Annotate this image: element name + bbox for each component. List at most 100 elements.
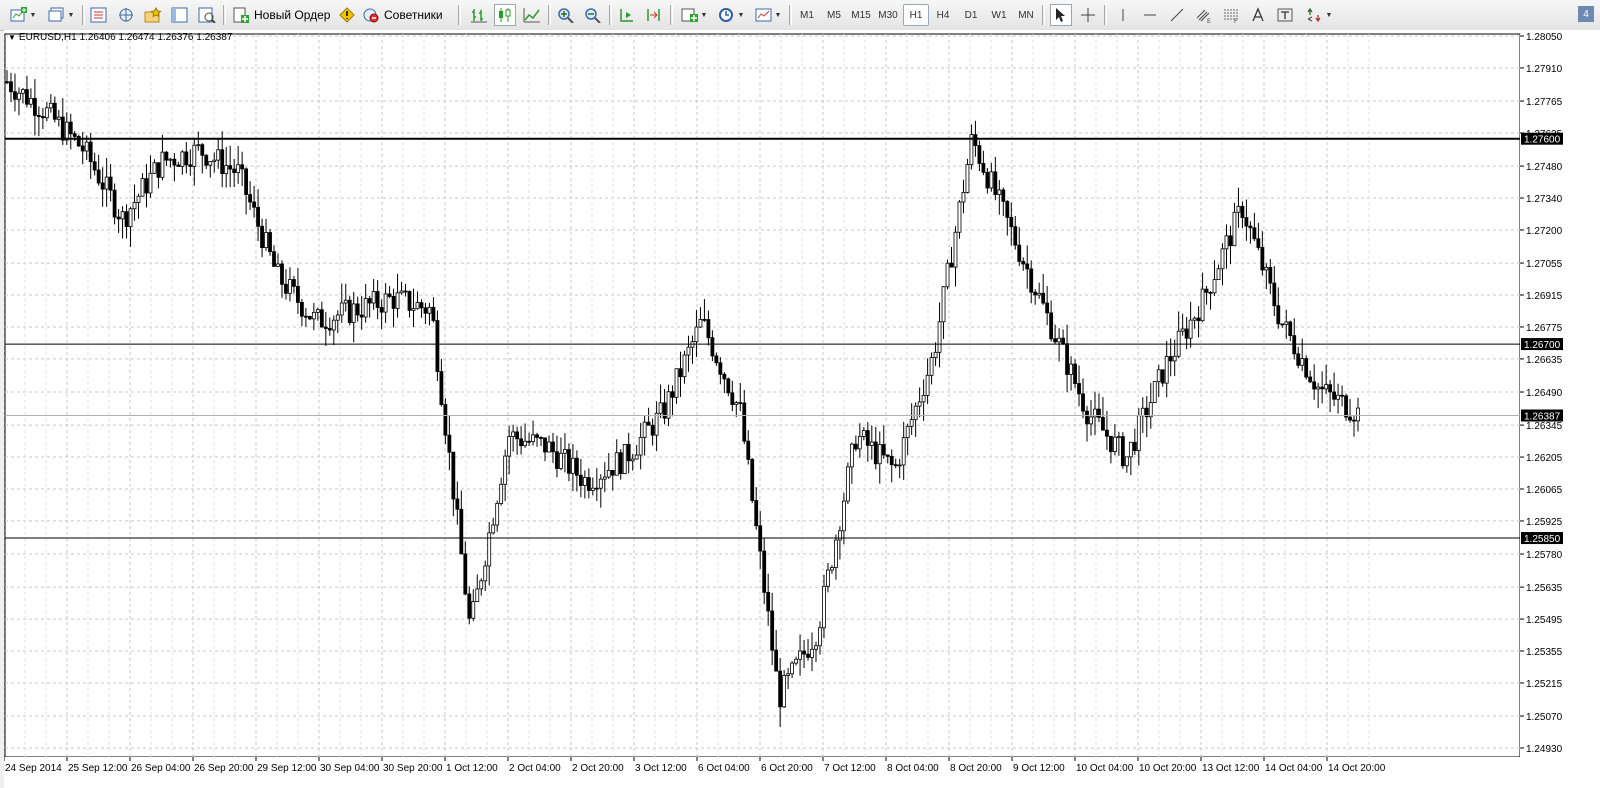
candle-body bbox=[1228, 235, 1233, 247]
candle-body bbox=[371, 291, 376, 304]
candle-body bbox=[634, 454, 639, 460]
candle-body bbox=[594, 487, 599, 490]
y-tick-label: 1.27910 bbox=[1526, 64, 1563, 75]
arrows-button[interactable]: ▼ bbox=[1302, 4, 1336, 26]
tf-m30[interactable]: M30 bbox=[875, 4, 901, 26]
tf-mn[interactable]: MN bbox=[1013, 4, 1039, 26]
candle-body bbox=[1316, 386, 1321, 390]
tester-button[interactable] bbox=[196, 4, 218, 26]
candle-body bbox=[1300, 358, 1305, 366]
y-tick-label: 1.27200 bbox=[1526, 226, 1563, 237]
plot-area[interactable] bbox=[4, 33, 1521, 758]
vertical-line-button[interactable] bbox=[1112, 4, 1134, 26]
new-chart-button[interactable]: ▼ bbox=[6, 4, 40, 26]
candle-body bbox=[196, 144, 201, 147]
profiles-button[interactable]: ▼ bbox=[44, 4, 78, 26]
candle-body bbox=[152, 162, 157, 174]
x-tick-label: 14 Oct 20:00 bbox=[1328, 763, 1386, 774]
terminal-button[interactable] bbox=[169, 4, 191, 26]
candle-body bbox=[845, 466, 850, 502]
candle-body bbox=[997, 189, 1002, 195]
candle-body bbox=[236, 164, 241, 174]
tf-h4[interactable]: H4 bbox=[930, 4, 956, 26]
alert-button[interactable] bbox=[337, 4, 357, 26]
candle-body bbox=[1148, 402, 1153, 418]
periods-button[interactable]: ▼ bbox=[714, 4, 748, 26]
zoom-in-button[interactable] bbox=[555, 4, 577, 26]
candle-body bbox=[200, 144, 205, 156]
candle-body bbox=[36, 115, 41, 117]
price-chart[interactable]: 1.280501.279101.277651.276251.274801.273… bbox=[4, 30, 1600, 788]
candle-body bbox=[9, 81, 13, 93]
candle-body bbox=[1240, 205, 1245, 218]
candle-body bbox=[1312, 381, 1317, 390]
tf-d1[interactable]: D1 bbox=[958, 4, 984, 26]
cursor-button[interactable] bbox=[1050, 4, 1072, 26]
navigator-button[interactable] bbox=[115, 4, 137, 26]
fibonacci-button[interactable]: F bbox=[1220, 4, 1242, 26]
x-tick-label: 14 Oct 04:00 bbox=[1265, 763, 1323, 774]
tf-w1[interactable]: W1 bbox=[986, 4, 1012, 26]
new-chart-icon bbox=[10, 7, 27, 22]
tf-m15[interactable]: M15 bbox=[848, 4, 874, 26]
y-tick-label: 1.27055 bbox=[1526, 259, 1563, 270]
tf-h1[interactable]: H1 bbox=[903, 4, 929, 26]
line-chart-button[interactable] bbox=[521, 4, 543, 26]
y-tick-label: 1.25495 bbox=[1526, 615, 1563, 626]
candle-body bbox=[1120, 436, 1125, 467]
channel-button[interactable]: E bbox=[1193, 4, 1215, 26]
indicators-button[interactable]: ▼ bbox=[677, 4, 711, 26]
zoom-out-button[interactable] bbox=[582, 4, 604, 26]
candle-body bbox=[742, 402, 747, 442]
candle-body bbox=[531, 434, 535, 442]
crosshair-button[interactable] bbox=[1077, 4, 1099, 26]
candle-body bbox=[40, 116, 45, 119]
collapse-arrow-icon[interactable]: ▼ bbox=[8, 33, 16, 42]
candle-body bbox=[893, 464, 898, 467]
candle-body bbox=[774, 649, 779, 672]
x-tick-label: 25 Sep 12:00 bbox=[68, 763, 128, 774]
candle-body bbox=[391, 296, 396, 309]
y-tick-label: 1.26775 bbox=[1526, 323, 1563, 334]
candle-body bbox=[483, 565, 488, 582]
text-button[interactable] bbox=[1247, 4, 1269, 26]
candle-body bbox=[355, 303, 360, 316]
templates-button[interactable]: ▼ bbox=[751, 4, 785, 26]
candle-body bbox=[1140, 407, 1145, 417]
window-badge[interactable]: 4 bbox=[1578, 6, 1594, 22]
text-label-button[interactable] bbox=[1274, 4, 1296, 26]
market-watch-button[interactable] bbox=[88, 4, 110, 26]
candle-body bbox=[471, 601, 476, 619]
candle-body bbox=[794, 658, 798, 664]
candle-body bbox=[407, 291, 412, 311]
candle-body bbox=[981, 163, 986, 173]
bar-chart-button[interactable] bbox=[468, 4, 490, 26]
tf-m1[interactable]: M1 bbox=[794, 4, 820, 26]
cursor-icon bbox=[1056, 8, 1065, 22]
auto-scroll-button[interactable] bbox=[616, 4, 638, 26]
tf-m5[interactable]: M5 bbox=[821, 4, 847, 26]
candle bbox=[347, 295, 352, 326]
candlestick-button[interactable] bbox=[494, 4, 516, 26]
favorites-button[interactable] bbox=[142, 4, 164, 26]
candle-body bbox=[264, 232, 268, 249]
x-tick-label: 29 Sep 12:00 bbox=[257, 763, 317, 774]
candle-body bbox=[563, 449, 567, 454]
trendline-button[interactable] bbox=[1166, 4, 1188, 26]
candle-body bbox=[204, 154, 209, 166]
candle-body bbox=[136, 195, 141, 203]
candle-body bbox=[184, 151, 189, 166]
candle-body bbox=[842, 500, 846, 532]
experts-button[interactable]: Советники bbox=[362, 4, 448, 26]
candle-body bbox=[303, 315, 308, 318]
candle-body bbox=[1352, 419, 1356, 422]
candle-body bbox=[865, 430, 870, 446]
candle-body bbox=[463, 553, 468, 595]
chart-shift-button[interactable] bbox=[643, 4, 665, 26]
new-order-button[interactable]: Новый Ордер bbox=[232, 4, 332, 26]
candle-body bbox=[1065, 343, 1069, 375]
chart-window[interactable]: 1.280501.279101.277651.276251.274801.273… bbox=[4, 30, 1600, 788]
candle-body bbox=[1041, 292, 1046, 304]
candle-body bbox=[455, 498, 460, 510]
horizontal-line-button[interactable] bbox=[1139, 4, 1161, 26]
